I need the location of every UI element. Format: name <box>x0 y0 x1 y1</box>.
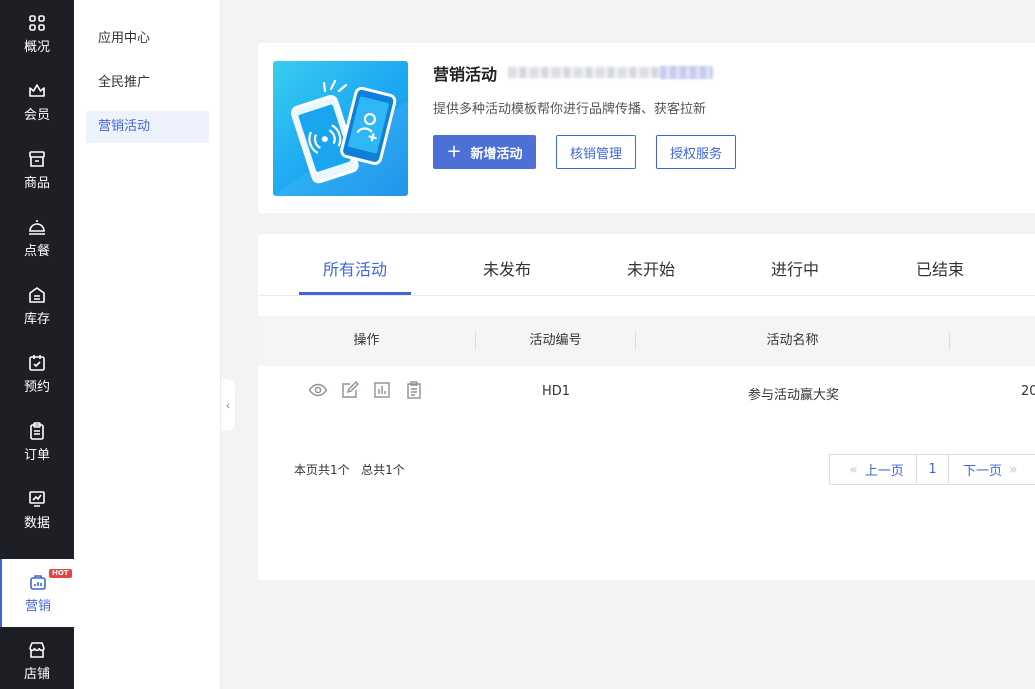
nav-item-label: 预约 <box>23 380 50 395</box>
chevron-left-icon: ‹ <box>225 398 231 412</box>
column-header-activity-id: 活动编号 <box>529 333 582 348</box>
nav-item-member[interactable]: 会员 <box>0 68 74 136</box>
collapse-sidebar-button[interactable]: ‹ <box>221 379 235 431</box>
cell-activity-id: HD1 <box>542 384 571 399</box>
redacted-link <box>660 66 712 79</box>
authorize-service-button[interactable]: 授权服务 <box>656 135 736 169</box>
app-description: 提供多种活动模板帮你进行品牌传播、获客拉新 <box>433 102 707 117</box>
verify-management-button[interactable]: 核销管理 <box>556 135 636 169</box>
stats-action[interactable] <box>372 380 392 400</box>
grid-icon <box>29 15 45 31</box>
nav-item-label: 点餐 <box>23 244 50 259</box>
view-action[interactable] <box>308 380 328 400</box>
next-page-button[interactable]: 下一页 » <box>948 454 1035 485</box>
nav-item-ordering[interactable]: 点餐 <box>0 204 74 272</box>
nav-item-shop[interactable]: 店铺 <box>0 627 74 689</box>
subnav-item-app-center[interactable]: 应用中心 <box>86 23 209 55</box>
next-page-label: 下一页 <box>963 464 1003 479</box>
cell-partial-value: 20 <box>1021 384 1035 399</box>
nav-item-label: 订单 <box>23 448 50 463</box>
tab-ended[interactable]: 已结束 <box>916 256 964 280</box>
edit-action[interactable] <box>340 380 360 400</box>
main-nav: 概况 会员 商品 点餐 库存 预约 订单 数据 HOT 营销 店铺 <box>0 0 74 689</box>
warehouse-icon <box>29 287 45 303</box>
tab-in-progress[interactable]: 进行中 <box>771 256 819 280</box>
chart-monitor-icon <box>29 491 45 507</box>
activity-list-card: 所有活动 未发布 未开始 进行中 已结束 操作 活动编号 活动名称 HD1 参与… <box>258 234 1035 580</box>
nav-item-orders[interactable]: 订单 <box>0 408 74 476</box>
tab-unpublished[interactable]: 未发布 <box>483 256 531 280</box>
add-activity-button[interactable]: + 新增活动 <box>433 135 536 169</box>
nav-item-label: 会员 <box>23 108 50 123</box>
plus-icon: + <box>446 141 462 162</box>
column-header-activity-name: 活动名称 <box>766 333 819 348</box>
tab-not-started[interactable]: 未开始 <box>627 256 675 280</box>
row-actions <box>308 380 436 400</box>
marketing-bag-icon <box>30 575 46 590</box>
nav-item-marketing[interactable]: HOT 营销 <box>0 559 74 627</box>
prev-page-button[interactable]: « 上一页 <box>829 454 917 485</box>
clipboard-icon <box>30 422 44 440</box>
double-chevron-right-icon: » <box>1009 461 1018 478</box>
nav-item-label: 库存 <box>23 312 50 327</box>
nav-item-stock[interactable]: 库存 <box>0 272 74 340</box>
clipboard-list-icon <box>407 381 421 399</box>
subnav-item-marketing-activity[interactable]: 营销活动 <box>86 111 209 143</box>
table-header: 操作 活动编号 活动名称 <box>258 316 1035 366</box>
phones-illustration-icon <box>273 79 408 196</box>
app-header-card: 营销活动 提供多种活动模板帮你进行品牌传播、获客拉新 + 新增活动 核销管理 授… <box>258 43 1035 213</box>
nav-item-label: 营销 <box>24 599 51 614</box>
edit-icon <box>342 381 359 398</box>
hot-badge: HOT <box>49 569 72 578</box>
nav-item-overview[interactable]: 概况 <box>0 0 74 68</box>
crown-icon <box>29 84 45 97</box>
subnav-item-promotion[interactable]: 全民推广 <box>86 67 209 99</box>
hero-illustration <box>273 61 408 196</box>
calendar-check-icon <box>29 355 45 371</box>
double-chevron-left-icon: « <box>849 461 858 478</box>
eye-icon <box>308 383 328 397</box>
page-summary: 本页共1个 总共1个 <box>294 463 405 477</box>
records-action[interactable] <box>404 380 424 400</box>
store-box-icon <box>29 151 45 167</box>
page-number-button[interactable]: 1 <box>916 454 949 485</box>
nav-item-booking[interactable]: 预约 <box>0 340 74 408</box>
column-separator <box>949 332 950 350</box>
prev-page-label: 上一页 <box>864 464 904 479</box>
shop-icon <box>29 642 45 658</box>
sub-nav: 应用中心 全民推广 营销活动 <box>74 0 221 689</box>
cell-activity-name: 参与活动赢大奖 <box>748 388 840 403</box>
tab-all-activities[interactable]: 所有活动 <box>323 256 387 280</box>
nav-item-goods[interactable]: 商品 <box>0 136 74 204</box>
dish-cover-icon <box>29 220 45 235</box>
nav-item-label: 商品 <box>23 176 50 191</box>
tabs-divider <box>258 295 1035 296</box>
app-title: 营销活动 <box>433 65 498 84</box>
bar-chart-icon <box>374 382 390 398</box>
add-activity-label: 新增活动 <box>470 146 523 162</box>
column-header-actions: 操作 <box>353 333 380 348</box>
nav-item-label: 数据 <box>23 516 50 531</box>
nav-item-label: 店铺 <box>23 667 50 682</box>
nav-item-data[interactable]: 数据 <box>0 476 74 544</box>
nav-item-label: 概况 <box>23 40 50 55</box>
